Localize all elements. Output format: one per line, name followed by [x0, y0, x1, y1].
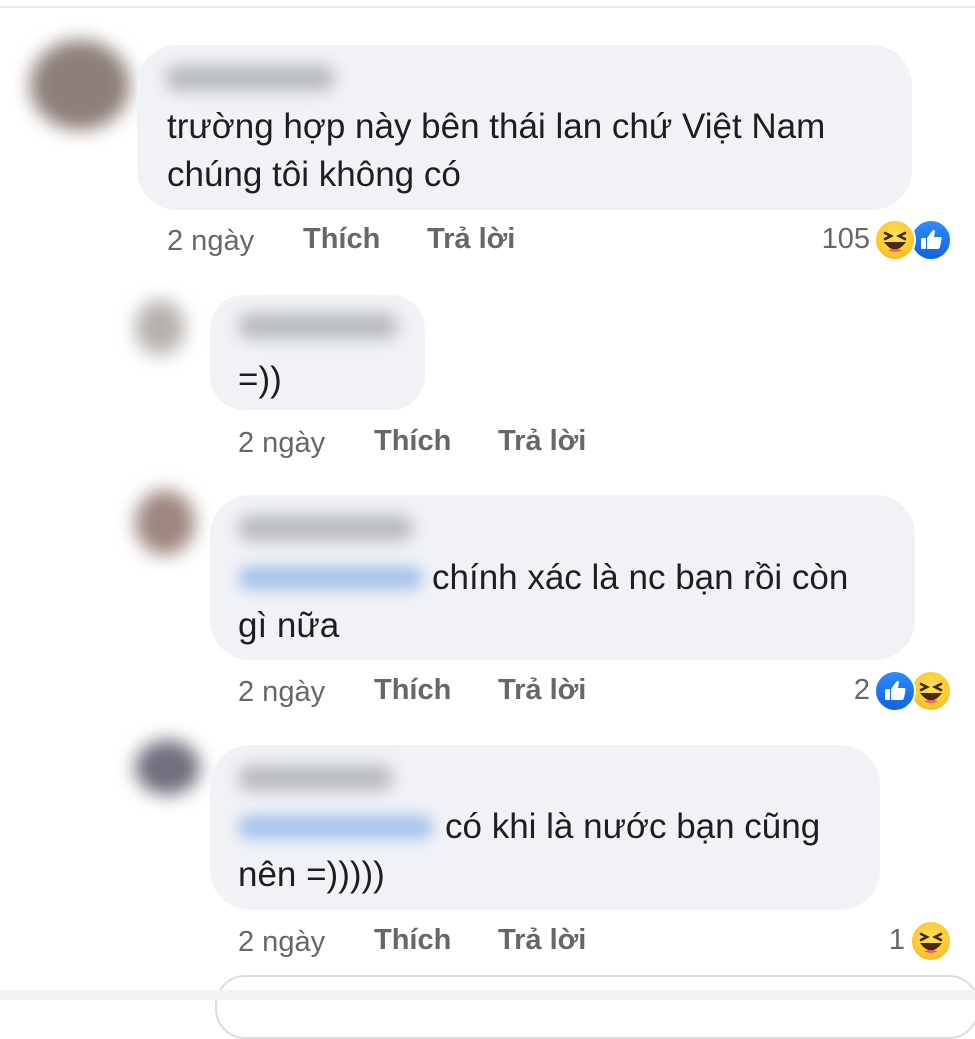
like-icon	[874, 670, 916, 712]
haha-icon	[874, 219, 916, 261]
reply-button[interactable]: Trả lời	[427, 222, 515, 256]
like-button[interactable]: Thích	[374, 923, 451, 957]
reaction-count[interactable]: 105	[800, 222, 870, 256]
like-button[interactable]: Thích	[374, 673, 451, 707]
author-name-blurred[interactable]	[238, 765, 393, 791]
reactions[interactable]	[874, 670, 964, 712]
like-icon	[910, 219, 952, 261]
mention-tag-blurred[interactable]	[238, 566, 423, 590]
reactions[interactable]	[910, 920, 955, 962]
author-name-blurred[interactable]	[238, 313, 398, 339]
avatar[interactable]	[135, 300, 185, 355]
comment-timestamp[interactable]: 2 ngày	[167, 224, 254, 258]
comment-text-line: nên =)))))	[238, 855, 385, 894]
bottom-edge	[0, 990, 975, 1000]
avatar[interactable]	[135, 490, 195, 555]
author-name-blurred[interactable]	[238, 515, 413, 541]
reaction-count[interactable]: 1	[860, 923, 905, 957]
reply-button[interactable]: Trả lời	[498, 673, 586, 707]
comment-text-line: chính xác là nc bạn rồi còn	[432, 558, 849, 597]
comment-text-line: =))	[238, 360, 282, 399]
reply-button[interactable]: Trả lời	[498, 424, 586, 458]
reactions[interactable]	[874, 219, 964, 261]
comment-timestamp[interactable]: 2 ngày	[238, 925, 325, 959]
author-name-blurred[interactable]	[165, 65, 335, 91]
reaction-count[interactable]: 2	[820, 673, 870, 707]
avatar[interactable]	[135, 740, 200, 795]
comment-timestamp[interactable]: 2 ngày	[238, 426, 325, 460]
reply-input[interactable]	[215, 975, 975, 1039]
reply-button[interactable]: Trả lời	[498, 923, 586, 957]
avatar[interactable]	[30, 40, 130, 130]
comment-text-line: có khi là nước bạn cũng	[445, 807, 821, 846]
haha-icon	[910, 920, 952, 962]
top-divider	[0, 6, 975, 8]
comment-timestamp[interactable]: 2 ngày	[238, 675, 325, 709]
mention-tag-blurred[interactable]	[238, 815, 433, 839]
comment-text-line: chúng tôi không có	[167, 155, 461, 194]
haha-icon	[910, 670, 952, 712]
like-button[interactable]: Thích	[303, 222, 380, 256]
comment-text-line: gì nữa	[238, 606, 340, 645]
like-button[interactable]: Thích	[374, 424, 451, 458]
comment-text-line: trường hợp này bên thái lan chứ Việt Nam	[167, 107, 826, 146]
